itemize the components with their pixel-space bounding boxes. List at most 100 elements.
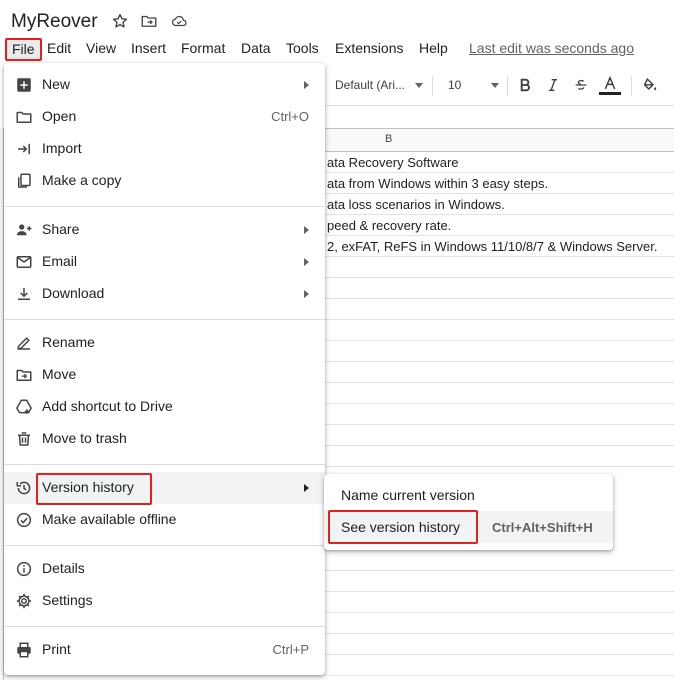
menu-item-import[interactable]: Import: [4, 133, 325, 165]
table-row[interactable]: [325, 257, 674, 278]
menu-edit[interactable]: Edit: [47, 40, 71, 56]
menu-divider: [4, 545, 325, 546]
text-color-swatch: [599, 91, 621, 95]
text-color-button[interactable]: [599, 68, 621, 102]
menu-item-make-a-copy[interactable]: Make a copy: [4, 165, 325, 197]
menu-view[interactable]: View: [86, 40, 116, 56]
menu-help[interactable]: Help: [419, 40, 448, 56]
cell: ata loss scenarios in Windows.: [327, 197, 505, 212]
table-row[interactable]: [325, 550, 674, 571]
info-icon: [15, 560, 33, 578]
share-person-icon: [15, 221, 33, 239]
trash-icon: [15, 430, 33, 448]
menu-item-move-to-trash[interactable]: Move to trash: [4, 423, 325, 455]
fill-color-button[interactable]: [641, 68, 658, 102]
table-row[interactable]: ata from Windows within 3 easy steps.: [325, 173, 674, 194]
cell: peed & recovery rate.: [327, 218, 452, 233]
menu-item-share[interactable]: Share: [4, 214, 325, 246]
table-row[interactable]: [325, 383, 674, 404]
bold-icon: [520, 78, 530, 92]
table-row[interactable]: [325, 613, 674, 634]
copy-icon: [15, 172, 33, 190]
table-row[interactable]: [325, 571, 674, 592]
strikethrough-icon: [575, 79, 587, 90]
menu-item-label: New: [42, 76, 71, 92]
menu-item-move[interactable]: Move: [4, 359, 325, 391]
text-color-icon: [604, 75, 616, 89]
menu-item-print[interactable]: Print Ctrl+P: [4, 634, 325, 666]
column-header-b[interactable]: B: [385, 133, 392, 145]
last-edit-link[interactable]: Last edit was seconds ago: [469, 40, 634, 56]
bold-button[interactable]: [517, 68, 533, 102]
add-shortcut-drive-icon: [15, 398, 33, 416]
menu-item-settings[interactable]: Settings: [4, 585, 325, 617]
print-icon: [15, 641, 33, 659]
submenu-item-name-current-version[interactable]: Name current version: [324, 479, 613, 511]
email-icon: [15, 253, 33, 271]
toolbar-divider: [631, 76, 632, 96]
table-row[interactable]: [325, 299, 674, 320]
history-icon: [15, 479, 33, 497]
table-row[interactable]: [325, 404, 674, 425]
font-size-select[interactable]: 10: [448, 68, 500, 102]
shortcut-label: Ctrl+Alt+Shift+H: [492, 520, 593, 535]
shortcut-label: Ctrl+P: [272, 642, 309, 657]
menu-item-label: Print: [42, 641, 71, 657]
move-to-folder-icon[interactable]: [140, 12, 158, 30]
table-row[interactable]: [325, 278, 674, 299]
menu-item-make-available-offline[interactable]: Make available offline: [4, 504, 325, 536]
file-menu-dropdown: New Open Ctrl+O Import Make a copy Share…: [4, 63, 325, 675]
document-title[interactable]: MyReover: [11, 11, 98, 33]
table-row[interactable]: [325, 341, 674, 362]
fill-color-icon: [643, 77, 657, 90]
cloud-status-icon[interactable]: [170, 12, 188, 30]
table-row[interactable]: [325, 446, 674, 467]
font-family-value: Default (Ari...: [335, 78, 406, 92]
menu-format[interactable]: Format: [181, 40, 225, 56]
toolbar: Default (Ari... 10: [325, 68, 674, 102]
table-row[interactable]: ata Recovery Software: [325, 152, 674, 173]
cell: ata from Windows within 3 easy steps.: [327, 176, 549, 191]
table-row[interactable]: [325, 634, 674, 655]
menu-divider: [4, 626, 325, 627]
italic-button[interactable]: [545, 68, 561, 102]
title-bar: MyReover: [0, 0, 674, 38]
submenu-arrow-icon: [304, 81, 309, 89]
font-family-select[interactable]: Default (Ari...: [335, 68, 424, 102]
see-version-history-highlight: [328, 510, 478, 544]
menu-data[interactable]: Data: [241, 40, 271, 56]
menu-item-add-shortcut-to-drive[interactable]: Add shortcut to Drive: [4, 391, 325, 423]
import-icon: [15, 140, 33, 158]
star-icon[interactable]: [111, 12, 129, 30]
table-row[interactable]: [325, 320, 674, 341]
shortcut-label: Ctrl+O: [271, 109, 309, 124]
submenu-item-label: Name current version: [341, 487, 475, 503]
table-row[interactable]: peed & recovery rate.: [325, 215, 674, 236]
strikethrough-button[interactable]: [573, 68, 589, 102]
menu-item-label: Email: [42, 253, 78, 269]
menu-tools[interactable]: Tools: [286, 40, 319, 56]
menu-item-open[interactable]: Open Ctrl+O: [4, 101, 325, 133]
menu-item-label: Settings: [42, 592, 93, 608]
menu-item-email[interactable]: Email: [4, 246, 325, 278]
menu-insert[interactable]: Insert: [131, 40, 166, 56]
table-row[interactable]: [325, 425, 674, 446]
menu-item-label: Open: [42, 108, 77, 124]
menu-item-new[interactable]: New: [4, 69, 325, 101]
menu-file[interactable]: File: [5, 38, 42, 61]
menu-extensions[interactable]: Extensions: [335, 40, 403, 56]
menu-item-download[interactable]: Download: [4, 278, 325, 310]
menu-item-details[interactable]: Details: [4, 553, 325, 585]
submenu-arrow-icon: [304, 290, 309, 298]
menu-item-label: Make available offline: [42, 511, 177, 527]
table-row[interactable]: 2, exFAT, ReFS in Windows 11/10/8/7 & Wi…: [325, 236, 674, 257]
table-row[interactable]: [325, 655, 674, 676]
menu-divider: [4, 319, 325, 320]
menu-item-rename[interactable]: Rename: [4, 327, 325, 359]
cell: 2, exFAT, ReFS in Windows 11/10/8/7 & Wi…: [327, 239, 658, 254]
rename-pencil-icon: [15, 334, 33, 352]
table-row[interactable]: ata loss scenarios in Windows.: [325, 194, 674, 215]
table-row[interactable]: [325, 592, 674, 613]
table-row[interactable]: [325, 362, 674, 383]
toolbar-divider: [432, 76, 433, 96]
